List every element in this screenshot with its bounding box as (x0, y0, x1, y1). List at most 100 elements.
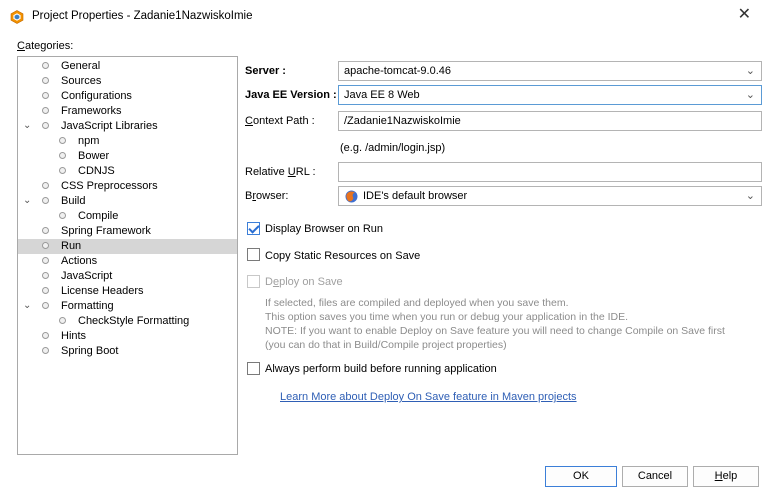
tree-item-label: Actions (61, 255, 98, 267)
node-icon (41, 122, 49, 130)
tree-item-css-preprocessors[interactable]: CSS Preprocessors (18, 179, 237, 194)
tree-item-license-headers[interactable]: License Headers (18, 284, 237, 299)
tree-item-label: Formatting (61, 300, 114, 312)
netbeans-app-icon (10, 10, 24, 24)
chevron-down-icon[interactable]: ⌄ (23, 121, 33, 131)
node-icon (41, 302, 49, 310)
node-icon (58, 167, 66, 175)
tree-item-label: Spring Framework (61, 225, 151, 237)
copy-static-label: Copy Static Resources on Save (265, 250, 421, 262)
learn-more-link[interactable]: Learn More about Deploy On Save feature … (280, 391, 577, 403)
tree-item-checkstyle-formatting[interactable]: CheckStyle Formatting (18, 314, 237, 329)
deploy-desc-line-2: This option saves you time when you run … (265, 311, 629, 323)
tree-item-actions[interactable]: Actions (18, 254, 237, 269)
tree-item-label: General (61, 60, 101, 72)
javaee-version-label: Java EE Version : (245, 89, 337, 101)
tree-item-label: Build (61, 195, 86, 207)
tree-item-cdnjs[interactable]: CDNJS (18, 164, 237, 179)
tree-item-label: npm (78, 135, 100, 147)
node-icon (41, 332, 49, 340)
node-icon (41, 62, 49, 70)
context-path-label: Context Path : (245, 115, 315, 127)
node-icon (58, 152, 66, 160)
node-icon (41, 347, 49, 355)
tree-item-label: Bower (78, 150, 110, 162)
server-label: Server : (245, 65, 286, 77)
tree-item-javascript[interactable]: JavaScript (18, 269, 237, 284)
tree-item-spring-boot[interactable]: Spring Boot (18, 344, 237, 359)
always-build-label: Always perform build before running appl… (265, 363, 497, 375)
always-build-checkbox[interactable] (247, 362, 260, 375)
tree-item-hints[interactable]: Hints (18, 329, 237, 344)
display-browser-label: Display Browser on Run (265, 223, 383, 235)
deploy-on-save-label: Deploy on Save (265, 276, 343, 288)
tree-item-build[interactable]: ⌄ Build (18, 194, 237, 209)
tree-item-compile[interactable]: Compile (18, 209, 237, 224)
server-value: apache-tomcat-9.0.46 (344, 65, 452, 77)
node-icon (41, 92, 49, 100)
chevron-down-icon[interactable]: ⌄ (23, 301, 33, 311)
server-select[interactable]: apache-tomcat-9.0.46 ⌄ (338, 61, 762, 81)
tree-item-label: License Headers (61, 285, 144, 297)
cancel-button[interactable]: Cancel (622, 466, 688, 487)
browser-label: Browser: (245, 190, 289, 202)
node-icon (58, 137, 66, 145)
tree-item-label: CSS Preprocessors (61, 180, 158, 192)
tree-item-javascript-libraries[interactable]: ⌄ JavaScript Libraries (18, 119, 237, 134)
display-browser-checkbox[interactable] (247, 222, 260, 235)
tree-item-label: Run (61, 240, 82, 252)
deploy-desc-line-4: (you can do that in Build/Compile projec… (265, 339, 507, 351)
categories-tree[interactable]: General Sources Configurations Framework… (17, 56, 238, 455)
chevron-down-icon[interactable]: ⌄ (23, 196, 33, 206)
node-icon (41, 182, 49, 190)
deploy-desc-line-3: NOTE: If you want to enable Deploy on Sa… (265, 325, 725, 337)
tree-item-configurations[interactable]: Configurations (18, 89, 237, 104)
tree-item-bower[interactable]: Bower (18, 149, 237, 164)
node-icon (41, 227, 49, 235)
node-icon (41, 197, 49, 205)
tree-item-label: Hints (61, 330, 87, 342)
tree-item-label: Configurations (61, 90, 132, 102)
browser-globe-icon (345, 190, 358, 203)
tree-item-npm[interactable]: npm (18, 134, 237, 149)
tree-item-run[interactable]: Run (18, 239, 237, 254)
tree-item-label: Frameworks (61, 105, 122, 117)
tree-item-label: JavaScript (61, 270, 113, 282)
node-icon (41, 242, 49, 250)
copy-static-checkbox[interactable] (247, 248, 260, 261)
deploy-desc-line-1: If selected, files are compiled and depl… (265, 297, 569, 309)
context-path-value: /Zadanie1NazwiskoImie (344, 115, 461, 127)
javaee-version-value: Java EE 8 Web (344, 89, 420, 101)
browser-value: IDE's default browser (363, 190, 468, 202)
relative-url-input[interactable] (338, 162, 762, 182)
node-icon (41, 272, 49, 280)
tree-item-label: JavaScript Libraries (61, 120, 158, 132)
tree-item-label: Compile (78, 210, 119, 222)
categories-label: Categories: (17, 40, 74, 52)
help-button[interactable]: Help (693, 466, 759, 487)
deploy-on-save-checkbox[interactable] (247, 275, 260, 288)
tree-item-sources[interactable]: Sources (18, 74, 237, 89)
chevron-down-icon: ⌄ (745, 65, 755, 77)
javaee-version-select[interactable]: Java EE 8 Web ⌄ (338, 85, 762, 105)
tree-item-frameworks[interactable]: Frameworks (18, 104, 237, 119)
ok-button[interactable]: OK (545, 466, 617, 487)
tree-item-label: Spring Boot (61, 345, 119, 357)
tree-item-general[interactable]: General (18, 59, 237, 74)
context-path-input[interactable]: /Zadanie1NazwiskoImie (338, 111, 762, 131)
tree-item-spring-framework[interactable]: Spring Framework (18, 224, 237, 239)
window-title: Project Properties - Zadanie1NazwiskoImi… (32, 10, 253, 22)
node-icon (41, 257, 49, 265)
node-icon (41, 107, 49, 115)
tree-item-formatting[interactable]: ⌄ Formatting (18, 299, 237, 314)
browser-select[interactable]: IDE's default browser ⌄ (338, 186, 762, 206)
tree-item-label: CDNJS (78, 165, 115, 177)
title-bar: Project Properties - Zadanie1NazwiskoImi… (0, 0, 763, 32)
node-icon (58, 212, 66, 220)
chevron-down-icon: ⌄ (745, 89, 755, 101)
close-icon[interactable]: ✕ (738, 7, 751, 23)
tree-item-label: CheckStyle Formatting (78, 315, 190, 327)
chevron-down-icon: ⌄ (745, 190, 755, 202)
node-icon (41, 77, 49, 85)
context-path-hint: (e.g. /admin/login.jsp) (340, 142, 446, 154)
